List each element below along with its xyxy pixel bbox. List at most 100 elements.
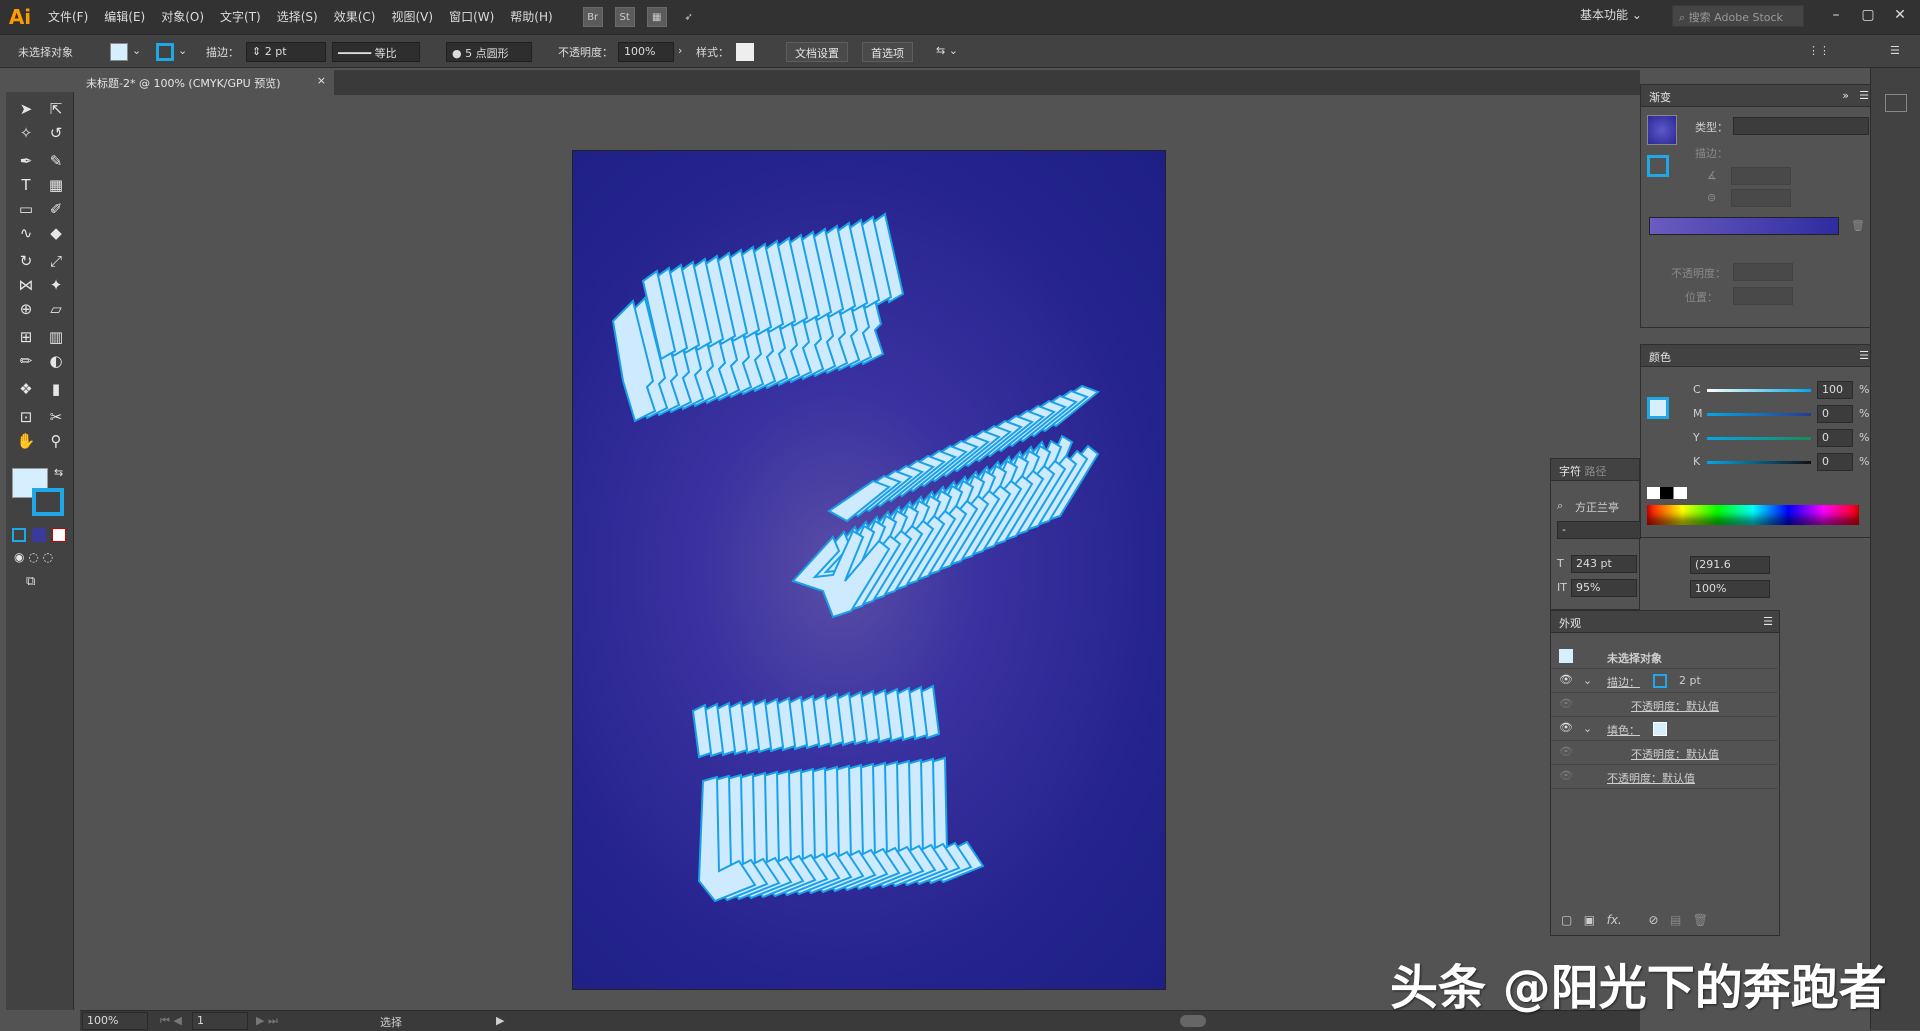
draw-mode-icon[interactable]: ◉ ◌ ◌ <box>14 550 53 564</box>
menu-view[interactable]: 视图(V) <box>383 0 441 34</box>
stock-icon[interactable]: St <box>614 7 635 27</box>
menu-file[interactable]: 文件(F) <box>40 0 96 34</box>
chevron-down-icon[interactable]: ⌄ <box>1583 722 1592 735</box>
maximize-button[interactable]: ▢ <box>1856 4 1880 26</box>
channel-k-slider[interactable] <box>1707 461 1811 464</box>
align-icon[interactable]: ⇆ ⌄ <box>936 44 958 57</box>
aspect-ratio-input[interactable] <box>1731 189 1791 207</box>
rotate-tool-icon[interactable]: ↻ <box>14 250 38 272</box>
channel-m-input[interactable]: 0 <box>1817 405 1853 423</box>
zoom-tool-icon[interactable]: ⚲ <box>44 430 68 452</box>
stroke-weight-input[interactable]: ⇕ 2 pt <box>246 42 326 62</box>
paintbrush-tool-icon[interactable]: ✐ <box>44 198 68 220</box>
stroke-color-box[interactable] <box>32 488 64 516</box>
channel-y-slider[interactable] <box>1707 437 1811 440</box>
fx-icon[interactable]: fx. <box>1607 913 1622 927</box>
clear-appearance-icon[interactable]: ⊘ <box>1648 913 1658 927</box>
width-tool-icon[interactable]: ⋈ <box>14 274 38 296</box>
bridge-icon[interactable]: Br <box>582 7 603 27</box>
status-menu-icon[interactable]: ▶ <box>496 1014 504 1027</box>
appearance-opacity-row-3[interactable]: 👁 不透明度：默认值 <box>1551 765 1780 789</box>
curvature-tool-icon[interactable]: ✎ <box>44 150 68 172</box>
appearance-opacity-row-1[interactable]: 👁 不透明度：默认值 <box>1551 693 1780 717</box>
eraser-tool-icon[interactable]: ◆ <box>44 222 68 244</box>
close-icon[interactable]: × <box>317 74 326 87</box>
blend-tool-icon[interactable]: ◐ <box>44 350 68 372</box>
panel-menu-icon[interactable]: ☰ <box>1859 89 1869 102</box>
shape-builder-tool-icon[interactable]: ⊕ <box>14 298 38 320</box>
slice-tool-icon[interactable]: ✂ <box>44 406 68 428</box>
workspace-switcher[interactable]: 基本功能 ⌄ <box>1580 6 1642 23</box>
appearance-stroke-row[interactable]: 👁 ⌄ 描边： 2 pt <box>1551 669 1780 693</box>
appearance-fill-row[interactable]: 👁 ⌄ 填色： <box>1551 717 1780 741</box>
eye-icon[interactable]: 👁 <box>1559 673 1573 686</box>
pen-tool-icon[interactable]: ✒ <box>14 150 38 172</box>
artboard-number-input[interactable]: 1 <box>192 1012 248 1030</box>
next-artboard-icon[interactable]: ▶ ⏭ <box>256 1014 278 1028</box>
opacity-default-1[interactable]: 不透明度：默认值 <box>1631 698 1719 714</box>
color-spectrum[interactable] <box>1647 505 1859 525</box>
gradient-tool-icon[interactable]: ▥ <box>44 326 68 348</box>
shaper-tool-icon[interactable]: ∿ <box>14 222 38 244</box>
opacity-default-2[interactable]: 不透明度：默认值 <box>1631 746 1719 762</box>
color-mode-icon[interactable] <box>12 528 26 542</box>
menu-help[interactable]: 帮助(H) <box>502 0 560 34</box>
stroke-swatch[interactable] <box>156 43 174 61</box>
channel-m-slider[interactable] <box>1707 413 1811 416</box>
selection-tool-icon[interactable]: ➤ <box>14 98 38 120</box>
document-setup-button[interactable]: 文档设置 <box>786 42 848 62</box>
menu-edit[interactable]: 编辑(E) <box>96 0 153 34</box>
menu-window[interactable]: 窗口(W) <box>441 0 502 34</box>
duplicate-item-icon[interactable]: ▤ <box>1670 913 1681 927</box>
eye-icon[interactable]: 👁 <box>1559 745 1573 758</box>
angle-input[interactable] <box>1731 167 1791 185</box>
panel-options-icon[interactable]: ⋮⋮ <box>1808 44 1830 57</box>
font-style-select[interactable]: - <box>1557 521 1641 539</box>
menu-type[interactable]: 文字(T) <box>212 0 269 34</box>
brush-definition[interactable]: ● 5 点圆形 <box>446 42 532 62</box>
appearance-opacity-row-2[interactable]: 👁 不透明度：默认值 <box>1551 741 1780 765</box>
scale-tool-icon[interactable]: ⤢ <box>44 250 68 272</box>
swap-colors-icon[interactable]: ⇆ <box>54 466 63 479</box>
fill-stroke-toggle[interactable] <box>1647 155 1669 177</box>
leading-input[interactable]: (291.6 <box>1690 556 1770 574</box>
eye-icon[interactable]: 👁 <box>1559 721 1573 734</box>
gradient-slider[interactable] <box>1649 217 1839 235</box>
graphic-style-swatch[interactable] <box>736 43 754 61</box>
panel-menu-icon[interactable]: ☰ <box>1859 349 1869 362</box>
arrange-documents-icon[interactable]: ▦ <box>646 7 667 27</box>
chevron-down-icon[interactable]: ⌄ <box>1583 674 1592 687</box>
opacity-default-3[interactable]: 不透明度：默认值 <box>1607 770 1695 786</box>
hand-tool-icon[interactable]: ✋ <box>14 430 38 452</box>
gradient-mode-icon[interactable] <box>32 528 46 542</box>
menu-effect[interactable]: 效果(C) <box>326 0 384 34</box>
channel-c-input[interactable]: 100 <box>1817 381 1853 399</box>
eye-icon[interactable]: 👁 <box>1559 769 1573 782</box>
rectangle-tool-icon[interactable]: ▭ <box>14 198 38 220</box>
collapse-icon[interactable]: » <box>1842 89 1849 102</box>
stroke-swatch-small[interactable] <box>1653 674 1667 688</box>
minimize-button[interactable]: – <box>1824 4 1848 26</box>
vertical-scale-input[interactable]: 95% <box>1571 579 1637 597</box>
tab-character[interactable]: 字符 <box>1559 465 1581 478</box>
channel-c-slider[interactable] <box>1707 389 1811 392</box>
add-stroke-icon[interactable]: ▢ <box>1561 913 1572 927</box>
puppet-warp-tool-icon[interactable]: ✦ <box>44 274 68 296</box>
fill-swatch-small[interactable] <box>1653 722 1667 736</box>
screen-mode-icon[interactable]: ⧉ <box>26 574 35 589</box>
table-tool-icon[interactable]: ▦ <box>44 174 68 196</box>
channel-y-input[interactable]: 0 <box>1817 429 1853 447</box>
menu-object[interactable]: 对象(O) <box>153 0 212 34</box>
panel-menu-icon[interactable]: ☰ <box>1763 615 1773 628</box>
eyedropper-tool-icon[interactable]: ✏ <box>14 350 38 372</box>
horizontal-scrollbar-thumb[interactable] <box>1180 1015 1206 1027</box>
tab-path[interactable]: 路径 <box>1585 465 1607 478</box>
gradient-type-select[interactable] <box>1733 117 1869 135</box>
none-mode-icon[interactable] <box>52 528 66 542</box>
gpu-rocket-icon[interactable]: ➶ <box>679 7 699 27</box>
zoom-select[interactable]: 100% <box>82 1012 148 1030</box>
chevron-down-icon[interactable]: ⌄ <box>178 44 187 57</box>
stock-search-input[interactable]: ⌕ 搜索 Adobe Stock <box>1672 5 1804 27</box>
opacity-input[interactable]: 100% <box>618 42 674 62</box>
variable-width-profile[interactable]: ━━━━━ 等比 <box>332 42 420 62</box>
